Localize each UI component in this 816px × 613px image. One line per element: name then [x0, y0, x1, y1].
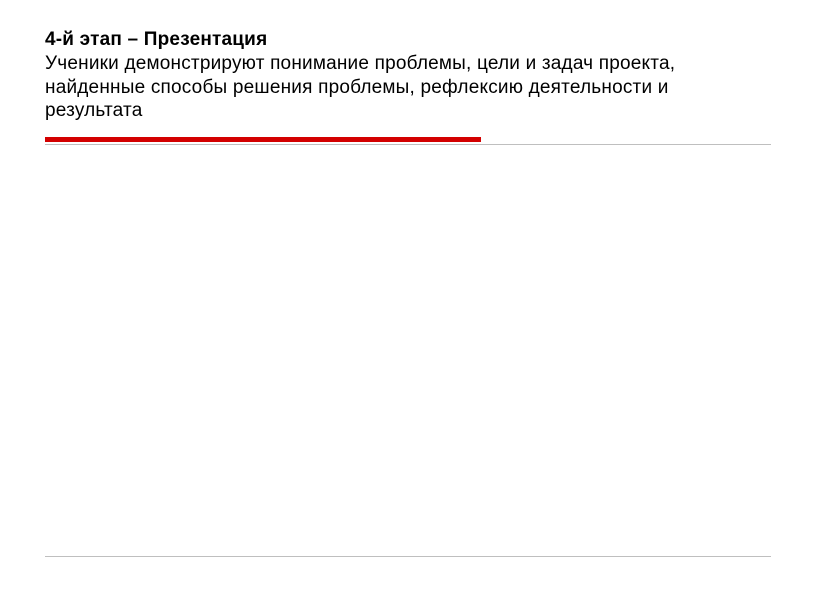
divider-group — [45, 137, 771, 145]
divider-red-bar — [45, 137, 481, 142]
bottom-divider-line — [45, 556, 771, 557]
slide-content: 4-й этап – Презентация Ученики демонстри… — [0, 0, 816, 145]
title-block: 4-й этап – Презентация Ученики демонстри… — [45, 28, 771, 123]
divider-gray-line — [45, 144, 771, 145]
slide-body-text: Ученики демонстрируют понимание проблемы… — [45, 53, 675, 122]
slide-title: 4-й этап – Презентация — [45, 29, 267, 50]
